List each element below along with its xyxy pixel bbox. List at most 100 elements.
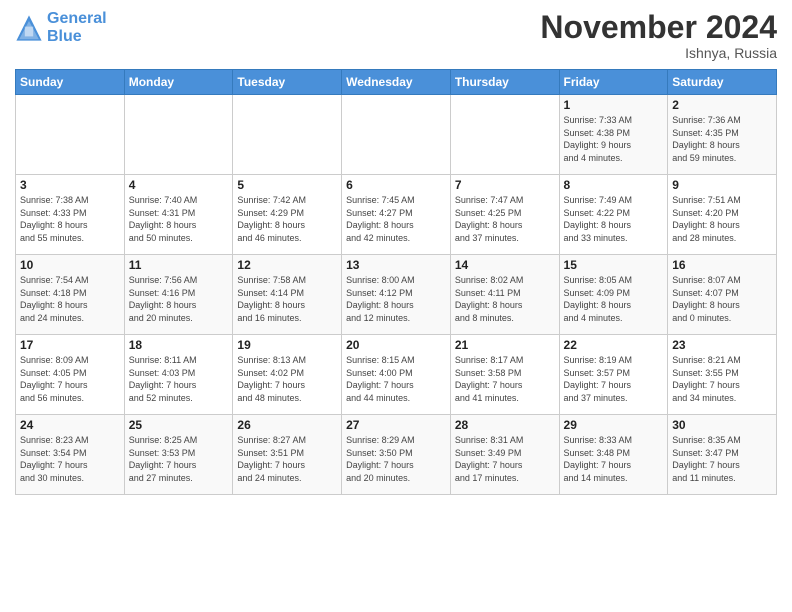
calendar-cell: [233, 95, 342, 175]
calendar-cell: 4 Sunrise: 7:40 AM Sunset: 4:31 PM Daylig…: [124, 175, 233, 255]
calendar-cell: 7Sunrise: 7:47 AM Sunset: 4:25 PM Daylig…: [450, 175, 559, 255]
day-info: Sunrise: 8:00 AM Sunset: 4:12 PM Dayligh…: [346, 274, 446, 324]
calendar-cell: 11 Sunrise: 7:56 AM Sunset: 4:16 PM Dayli…: [124, 255, 233, 335]
calendar-cell: 2Sunrise: 7:36 AM Sunset: 4:35 PM Daylig…: [668, 95, 777, 175]
day-number: 11: [129, 258, 229, 272]
day-number: 8: [564, 178, 664, 192]
day-info: Sunrise: 8:23 AM Sunset: 3:54 PM Dayligh…: [20, 434, 120, 484]
calendar-cell: 23 Sunrise: 8:21 AM Sunset: 3:55 PM Dayli…: [668, 335, 777, 415]
weekday-header-wednesday: Wednesday: [342, 70, 451, 95]
week-row-3: 10 Sunrise: 7:54 AM Sunset: 4:18 PM Dayli…: [16, 255, 777, 335]
logo-line2: Blue: [47, 28, 82, 45]
day-number: 3: [20, 178, 120, 192]
calendar-cell: 25 Sunrise: 8:25 AM Sunset: 3:53 PM Dayli…: [124, 415, 233, 495]
logo-text: General Blue: [47, 10, 107, 45]
calendar-cell: 16Sunrise: 8:07 AM Sunset: 4:07 PM Dayli…: [668, 255, 777, 335]
day-number: 2: [672, 98, 772, 112]
day-info: Sunrise: 8:29 AM Sunset: 3:50 PM Dayligh…: [346, 434, 446, 484]
day-number: 23: [672, 338, 772, 352]
calendar-cell: 18Sunrise: 8:11 AM Sunset: 4:03 PM Dayli…: [124, 335, 233, 415]
calendar-cell: 9Sunrise: 7:51 AM Sunset: 4:20 PM Daylig…: [668, 175, 777, 255]
week-row-1: 1 Sunrise: 7:33 AM Sunset: 4:38 PM Daylig…: [16, 95, 777, 175]
day-number: 20: [346, 338, 446, 352]
day-info: Sunrise: 8:11 AM Sunset: 4:03 PM Dayligh…: [129, 354, 229, 404]
calendar-table: SundayMondayTuesdayWednesdayThursdayFrid…: [15, 69, 777, 495]
calendar-cell: 27 Sunrise: 8:29 AM Sunset: 3:50 PM Dayli…: [342, 415, 451, 495]
day-info: Sunrise: 8:05 AM Sunset: 4:09 PM Dayligh…: [564, 274, 664, 324]
day-number: 16: [672, 258, 772, 272]
header: General Blue November 2024 Ishnya, Russi…: [15, 10, 777, 61]
day-info: Sunrise: 8:31 AM Sunset: 3:49 PM Dayligh…: [455, 434, 555, 484]
day-info: Sunrise: 8:09 AM Sunset: 4:05 PM Dayligh…: [20, 354, 120, 404]
day-info: Sunrise: 8:27 AM Sunset: 3:51 PM Dayligh…: [237, 434, 337, 484]
day-info: Sunrise: 7:45 AM Sunset: 4:27 PM Dayligh…: [346, 194, 446, 244]
calendar-cell: 17 Sunrise: 8:09 AM Sunset: 4:05 PM Dayli…: [16, 335, 125, 415]
day-number: 28: [455, 418, 555, 432]
calendar-cell: 19 Sunrise: 8:13 AM Sunset: 4:02 PM Dayli…: [233, 335, 342, 415]
day-number: 5: [237, 178, 337, 192]
calendar-cell: [16, 95, 125, 175]
calendar-cell: 5Sunrise: 7:42 AM Sunset: 4:29 PM Daylig…: [233, 175, 342, 255]
day-number: 17: [20, 338, 120, 352]
day-number: 12: [237, 258, 337, 272]
day-number: 24: [20, 418, 120, 432]
day-number: 21: [455, 338, 555, 352]
day-info: Sunrise: 7:38 AM Sunset: 4:33 PM Dayligh…: [20, 194, 120, 244]
title-block: November 2024 Ishnya, Russia: [540, 10, 777, 61]
day-info: Sunrise: 8:21 AM Sunset: 3:55 PM Dayligh…: [672, 354, 772, 404]
calendar-cell: 1 Sunrise: 7:33 AM Sunset: 4:38 PM Daylig…: [559, 95, 668, 175]
location: Ishnya, Russia: [540, 45, 777, 61]
day-number: 30: [672, 418, 772, 432]
day-info: Sunrise: 7:54 AM Sunset: 4:18 PM Dayligh…: [20, 274, 120, 324]
day-info: Sunrise: 8:02 AM Sunset: 4:11 PM Dayligh…: [455, 274, 555, 324]
weekday-header-thursday: Thursday: [450, 70, 559, 95]
weekday-header-monday: Monday: [124, 70, 233, 95]
calendar-cell: 3 Sunrise: 7:38 AM Sunset: 4:33 PM Daylig…: [16, 175, 125, 255]
day-number: 15: [564, 258, 664, 272]
day-info: Sunrise: 8:25 AM Sunset: 3:53 PM Dayligh…: [129, 434, 229, 484]
calendar-cell: 8 Sunrise: 7:49 AM Sunset: 4:22 PM Daylig…: [559, 175, 668, 255]
day-info: Sunrise: 8:35 AM Sunset: 3:47 PM Dayligh…: [672, 434, 772, 484]
calendar-cell: 14 Sunrise: 8:02 AM Sunset: 4:11 PM Dayli…: [450, 255, 559, 335]
day-info: Sunrise: 8:15 AM Sunset: 4:00 PM Dayligh…: [346, 354, 446, 404]
day-info: Sunrise: 8:17 AM Sunset: 3:58 PM Dayligh…: [455, 354, 555, 404]
calendar-cell: [450, 95, 559, 175]
month-title: November 2024: [540, 10, 777, 45]
week-row-2: 3 Sunrise: 7:38 AM Sunset: 4:33 PM Daylig…: [16, 175, 777, 255]
calendar-cell: 24 Sunrise: 8:23 AM Sunset: 3:54 PM Dayli…: [16, 415, 125, 495]
day-number: 22: [564, 338, 664, 352]
day-info: Sunrise: 7:40 AM Sunset: 4:31 PM Dayligh…: [129, 194, 229, 244]
day-number: 14: [455, 258, 555, 272]
day-number: 1: [564, 98, 664, 112]
day-number: 27: [346, 418, 446, 432]
day-number: 19: [237, 338, 337, 352]
calendar-cell: 29Sunrise: 8:33 AM Sunset: 3:48 PM Dayli…: [559, 415, 668, 495]
logo: General Blue: [15, 10, 107, 45]
day-info: Sunrise: 7:49 AM Sunset: 4:22 PM Dayligh…: [564, 194, 664, 244]
day-info: Sunrise: 8:13 AM Sunset: 4:02 PM Dayligh…: [237, 354, 337, 404]
day-info: Sunrise: 8:19 AM Sunset: 3:57 PM Dayligh…: [564, 354, 664, 404]
day-info: Sunrise: 7:47 AM Sunset: 4:25 PM Dayligh…: [455, 194, 555, 244]
day-number: 13: [346, 258, 446, 272]
calendar-cell: 15 Sunrise: 8:05 AM Sunset: 4:09 PM Dayli…: [559, 255, 668, 335]
day-info: Sunrise: 7:33 AM Sunset: 4:38 PM Dayligh…: [564, 114, 664, 164]
day-number: 25: [129, 418, 229, 432]
calendar-cell: [342, 95, 451, 175]
week-row-5: 24 Sunrise: 8:23 AM Sunset: 3:54 PM Dayli…: [16, 415, 777, 495]
day-number: 4: [129, 178, 229, 192]
calendar-cell: 22 Sunrise: 8:19 AM Sunset: 3:57 PM Dayli…: [559, 335, 668, 415]
day-number: 29: [564, 418, 664, 432]
day-info: Sunrise: 7:56 AM Sunset: 4:16 PM Dayligh…: [129, 274, 229, 324]
week-row-4: 17 Sunrise: 8:09 AM Sunset: 4:05 PM Dayli…: [16, 335, 777, 415]
day-number: 9: [672, 178, 772, 192]
logo-icon: [15, 14, 43, 42]
calendar-cell: [124, 95, 233, 175]
calendar-cell: 28 Sunrise: 8:31 AM Sunset: 3:49 PM Dayli…: [450, 415, 559, 495]
calendar-cell: 20 Sunrise: 8:15 AM Sunset: 4:00 PM Dayli…: [342, 335, 451, 415]
day-number: 10: [20, 258, 120, 272]
day-info: Sunrise: 7:58 AM Sunset: 4:14 PM Dayligh…: [237, 274, 337, 324]
logo-line1: General: [47, 10, 107, 27]
calendar-cell: 12 Sunrise: 7:58 AM Sunset: 4:14 PM Dayli…: [233, 255, 342, 335]
calendar-cell: 13 Sunrise: 8:00 AM Sunset: 4:12 PM Dayli…: [342, 255, 451, 335]
calendar-cell: 10 Sunrise: 7:54 AM Sunset: 4:18 PM Dayli…: [16, 255, 125, 335]
